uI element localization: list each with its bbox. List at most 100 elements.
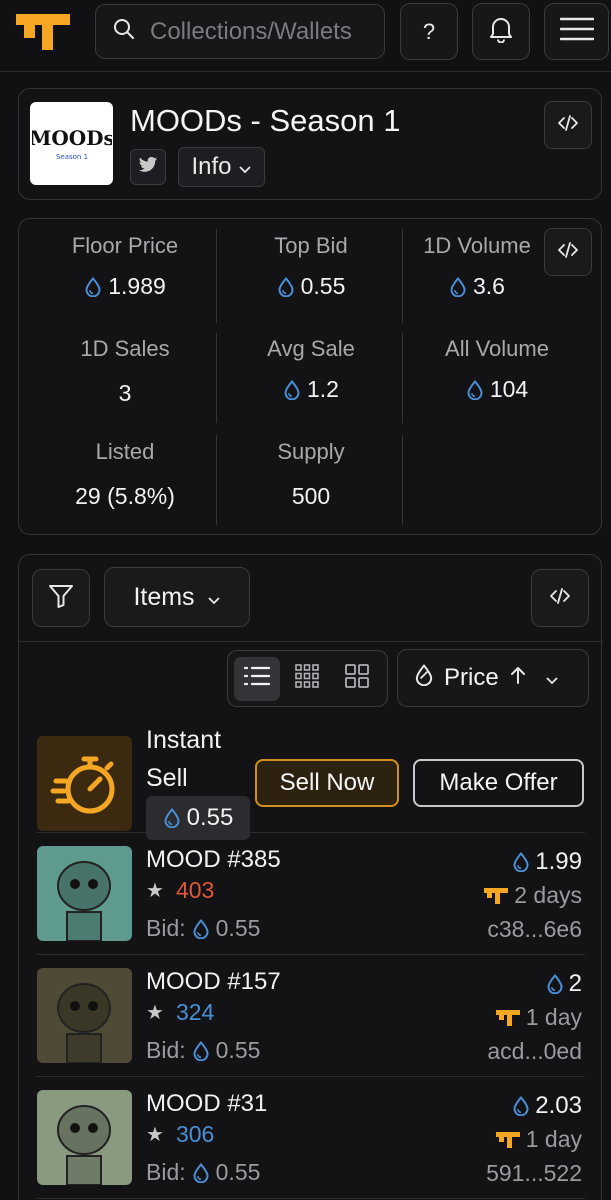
stat-label: Floor Price <box>71 233 179 258</box>
nft-owner[interactable]: acd...0ed <box>487 1038 582 1065</box>
collection-title: MOODs - Season 1 <box>130 103 401 138</box>
nft-name[interactable]: MOOD #385 <box>146 846 281 874</box>
nft-name[interactable]: MOOD #31 <box>146 1090 267 1118</box>
filter-button[interactable] <box>32 569 90 627</box>
search-box[interactable] <box>95 4 385 59</box>
stat-label: Top Bid <box>274 233 348 258</box>
stat-listed: Listed 29 (5.8%) <box>30 439 220 510</box>
notifications-button[interactable] <box>472 3 530 60</box>
chevron-down-icon <box>207 583 221 612</box>
arrow-up-icon <box>509 664 527 692</box>
stat-value: 3.6 <box>473 273 505 299</box>
sort-label: Price <box>444 664 499 691</box>
drop-icon <box>466 380 484 400</box>
nft-price: 2.03 <box>486 1092 582 1120</box>
stat-label: 1D Volume <box>423 233 531 258</box>
bell-icon <box>488 15 514 49</box>
stat-avg-sale: Avg Sale 1.2 <box>216 336 406 403</box>
twitter-button[interactable] <box>130 149 166 185</box>
nft-owner[interactable]: c38...6e6 <box>484 916 582 943</box>
drop-icon <box>283 380 301 400</box>
drop-icon <box>512 1096 530 1116</box>
stat-value: 29 (5.8%) <box>75 483 175 509</box>
items-embed-code-button[interactable] <box>531 569 589 627</box>
items-dropdown[interactable]: Items <box>104 567 250 627</box>
time-value: 1 day <box>525 1004 582 1030</box>
menu-button[interactable] <box>544 3 609 60</box>
stat-value: 0.55 <box>300 273 346 299</box>
sell-now-button[interactable]: Sell Now <box>255 759 399 807</box>
stat-value: 104 <box>489 376 529 402</box>
nft-price: 2 <box>487 970 582 998</box>
price-sort-dropdown[interactable]: Price <box>397 649 589 707</box>
grid-large-view-button[interactable] <box>334 657 380 701</box>
marketplace-logo-icon <box>496 1132 520 1148</box>
nft-rank: ★ 324 <box>146 999 214 1026</box>
nft-rank-value: 403 <box>175 877 215 903</box>
divider <box>37 1076 585 1077</box>
view-mode-group <box>227 650 388 707</box>
stat-1d-volume: 1D Volume 3.6 <box>402 233 552 300</box>
nft-listed-time: 2 days <box>484 882 582 909</box>
app-logo[interactable] <box>16 14 70 50</box>
make-offer-button[interactable]: Make Offer <box>413 759 584 807</box>
bid-value: 0.55 <box>215 915 261 941</box>
nft-listed-time: 1 day <box>486 1126 582 1153</box>
nft-listed-time: 1 day <box>487 1004 582 1031</box>
list-view-button[interactable] <box>234 656 280 701</box>
items-label: Items <box>133 582 195 611</box>
stat-top-bid: Top Bid 0.55 <box>216 233 406 300</box>
nft-listing-info: 2 1 day acd...0ed <box>487 970 582 1065</box>
stat-label: 1D Sales <box>80 336 170 361</box>
nft-image[interactable] <box>37 1090 132 1185</box>
stat-value: 500 <box>291 483 331 509</box>
chevron-down-icon <box>238 153 252 181</box>
collection-card: MOODs Season 1 MOODs - Season 1 Info <box>18 88 602 200</box>
filter-icon <box>47 582 75 615</box>
search-icon <box>112 17 136 46</box>
stat-label: All Volume <box>445 336 549 361</box>
instant-sell-value: 0.55 <box>186 804 234 831</box>
divider <box>19 641 603 642</box>
help-button[interactable]: ? <box>400 3 458 60</box>
stat-supply: Supply 500 <box>216 439 406 510</box>
bid-value: 0.55 <box>215 1159 261 1185</box>
items-panel: Items Price Instant Sell 0.55 Sell Now M… <box>18 554 603 1200</box>
bid-label: Bid: <box>146 915 186 941</box>
marketplace-logo-icon <box>496 1010 520 1026</box>
nft-image[interactable] <box>37 846 132 941</box>
stats-embed-code-button[interactable] <box>544 228 592 276</box>
embed-code-button[interactable] <box>544 101 592 149</box>
time-value: 1 day <box>525 1126 582 1152</box>
code-icon <box>548 584 572 613</box>
price-value: 1.99 <box>535 848 582 875</box>
search-input[interactable] <box>150 17 370 46</box>
list-icon <box>243 664 271 693</box>
stat-label: Avg Sale <box>267 336 355 361</box>
stat-value: 1.2 <box>307 376 339 402</box>
star-icon: ★ <box>146 1002 164 1024</box>
nft-listing-info: 2.03 1 day 591...522 <box>486 1092 582 1187</box>
collection-logo: MOODs Season 1 <box>30 102 113 185</box>
stopwatch-icon <box>37 736 132 831</box>
nft-image[interactable] <box>37 968 132 1063</box>
bid-value: 0.55 <box>215 1037 261 1063</box>
nft-price: 1.99 <box>484 848 582 876</box>
svg-text:Season 1: Season 1 <box>55 153 87 161</box>
price-value: 2 <box>568 970 582 997</box>
nft-rank: ★ 306 <box>146 1121 214 1148</box>
stat-all-volume: All Volume 104 <box>402 336 592 403</box>
divider <box>37 954 585 955</box>
nft-rank: ★ 403 <box>146 877 214 904</box>
nft-name[interactable]: MOOD #157 <box>146 968 281 996</box>
star-icon: ★ <box>146 880 164 902</box>
bid-label: Bid: <box>146 1159 186 1185</box>
twitter-icon <box>138 156 158 179</box>
stat-label: Supply <box>277 439 345 464</box>
grid-small-view-button[interactable] <box>284 657 330 701</box>
nft-owner[interactable]: 591...522 <box>486 1160 582 1187</box>
nft-rank-value: 306 <box>175 1121 215 1147</box>
drop-icon <box>546 974 564 994</box>
info-dropdown[interactable]: Info <box>178 147 265 187</box>
stat-value: 3 <box>118 380 132 406</box>
